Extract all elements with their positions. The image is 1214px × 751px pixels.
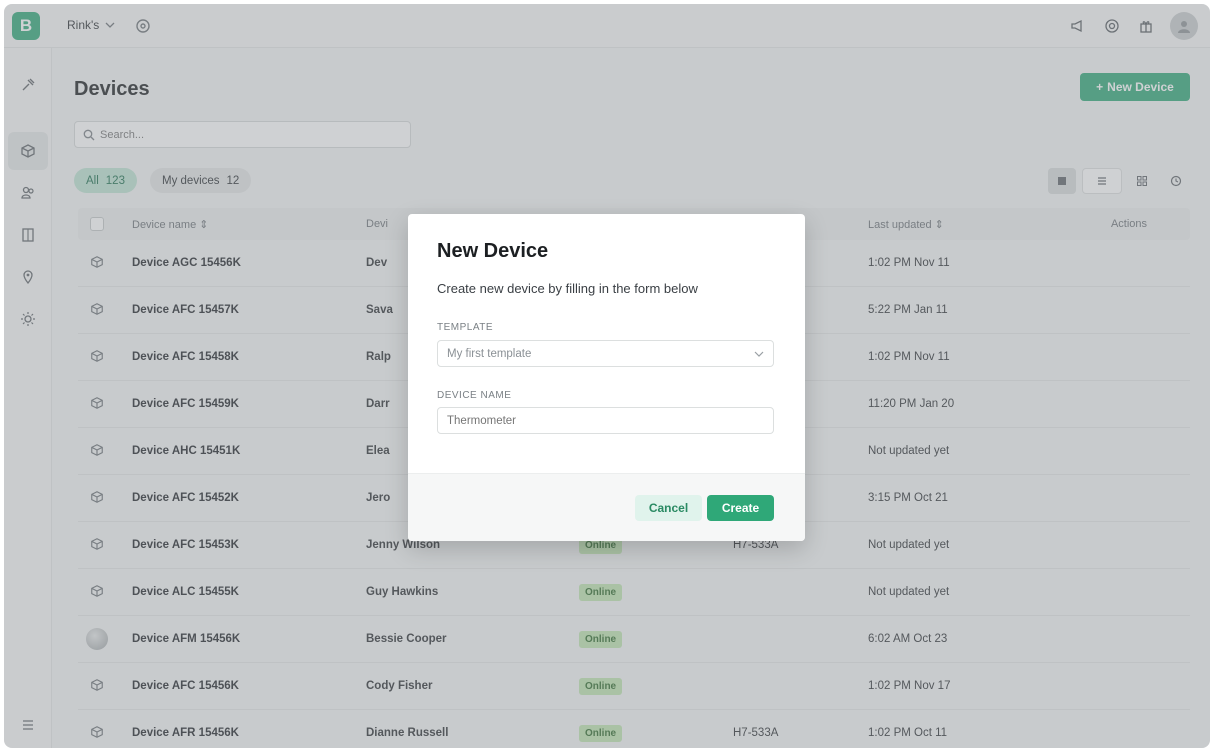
- chevron-down-icon: [754, 351, 764, 357]
- dialog-description: Create new device by filling in the form…: [437, 281, 698, 296]
- dialog-title: New Device: [437, 240, 549, 262]
- dialog-footer: Cancel Create: [408, 473, 805, 541]
- template-label: TEMPLATE: [437, 322, 494, 333]
- device-name-field[interactable]: [437, 407, 774, 434]
- cancel-button[interactable]: Cancel: [635, 495, 702, 521]
- device-name-input[interactable]: [447, 414, 747, 427]
- create-button[interactable]: Create: [707, 495, 774, 521]
- template-select[interactable]: My first template: [437, 340, 774, 367]
- device-name-label: DEVICE NAME: [437, 390, 512, 401]
- template-selected-value: My first template: [447, 347, 532, 360]
- new-device-dialog: New Device Create new device by filling …: [408, 214, 805, 541]
